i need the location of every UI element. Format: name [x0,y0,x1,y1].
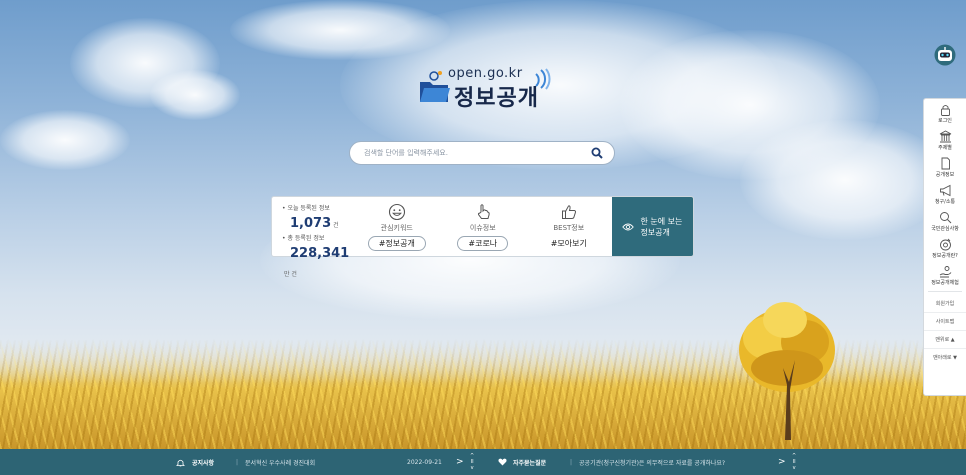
notice-date: 2022-09-21 [407,458,442,466]
info-panel: • 오늘 등록된 정보 1,073 건 • 총 등록된 정보 228,341 만 건… [271,196,694,278]
signup-link[interactable]: 회원가입 [924,295,966,313]
search-input[interactable] [364,149,590,157]
sidebar-item-request[interactable]: 청구/소통 [924,180,966,207]
heart-icon [498,458,507,466]
sidebar-item-label: 주제별 [938,145,952,151]
eye-icon [622,223,635,230]
column-interest-keyword: 관심키워드 #정보공개 [354,197,440,256]
document-icon [941,157,950,170]
total-unit: 만 건 [284,271,297,278]
cloud [0,110,130,170]
notice-title: 공지사항 [192,459,215,467]
sidebar-item-what-is[interactable]: 정보공개란? [924,234,966,261]
pointer-hand-icon [477,204,490,219]
logo-domain: open.go.kr [448,66,523,81]
faq-heading[interactable]: 자주묻는질문 [498,449,546,475]
registration-stats: • 오늘 등록된 정보 1,073 건 • 총 등록된 정보 228,341 만 건 [272,197,354,278]
chatbot-robot-icon[interactable] [934,44,956,66]
faq-text: 공공기관(청구신청기관)은 의무적으로 자료를 공개하나요? [579,459,726,467]
lock-icon [940,104,950,116]
total-count: 228,341 [290,246,350,261]
column-label: 이슈정보 [469,224,496,232]
sidebar-item-topic[interactable]: 주제별 [924,126,966,153]
notice-item[interactable]: | 문서혁신 우수사례 경진대회 [236,449,315,475]
search-button[interactable] [590,146,604,160]
best-tag[interactable]: #모아보기 [539,236,598,251]
sidebar-item-label: 정보공개체험 [931,280,959,286]
bell-icon [176,459,185,466]
column-best-info: BEST정보 #모아보기 [526,197,612,256]
faq-item[interactable]: | 공공기관(청구신청기관)은 의무적으로 자료를 공개하나요? [570,449,725,475]
sitemap-link[interactable]: 사이트맵 [924,313,966,331]
today-label: • 오늘 등록된 정보 [282,205,330,212]
column-issue-info: 이슈정보 #코로나 [440,197,526,256]
faq-controls: ^ II v [792,449,796,475]
overview-button[interactable]: 한 눈에 보는 정보공개 [611,197,693,256]
today-count: 1,073 [290,216,332,231]
column-label: BEST정보 [553,224,585,232]
faq-down-button[interactable]: v [793,465,796,471]
sidebar-item-label: 공개정보 [935,172,955,178]
sidebar-item-label: 정보공개란? [932,253,958,259]
signal-wave-icon [535,68,551,90]
megaphone-icon [939,184,950,197]
cta-line2: 정보공개 [640,227,670,237]
separator: | [570,458,573,466]
search-icon [939,212,951,224]
notice-heading[interactable]: 공지사항 [176,449,214,475]
logo-title: 정보공개 [454,86,539,111]
notice-text: 문서혁신 우수사례 경진대회 [245,459,316,467]
bottom-bar: 공지사항 | 문서혁신 우수사례 경진대회 2022-09-21 > ^ II … [0,449,966,475]
quick-menu-sidebar: 로그인 주제별 공개정보 청구/소통 국민관심사항 정보공개란? 정보공개체험 … [923,98,966,396]
search-icon [591,147,603,159]
cta-line1: 한 눈에 보는 [640,216,683,226]
separator: | [236,458,239,466]
faq-next-button[interactable]: > [778,449,786,475]
notice-next-button[interactable]: > [456,449,464,475]
issue-tag[interactable]: #코로나 [457,236,509,251]
smile-icon [388,203,405,221]
sidebar-item-label: 청구/소통 [934,199,956,205]
autumn-tree [739,302,835,440]
thumbs-up-icon [561,205,576,219]
scroll-bottom-link[interactable]: 맨아래로 ▼ [924,349,966,367]
today-unit: 건 [333,222,339,229]
faq-title: 자주묻는질문 [513,459,547,467]
building-icon [939,130,951,143]
scroll-top-link[interactable]: 맨위로 ▲ [924,331,966,349]
sidebar-item-experience[interactable]: 정보공개체험 [924,261,966,288]
column-label: 관심키워드 [380,224,413,232]
sidebar-item-label: 로그인 [938,118,952,124]
hands-icon [939,266,951,278]
search-bar [349,141,615,165]
notice-down-button[interactable]: v [471,465,474,471]
cloud [150,70,240,120]
sidebar-divider [928,291,962,292]
folder-logo-icon [420,71,450,102]
keyword-tag[interactable]: #정보공개 [367,236,426,251]
total-label: • 총 등록된 정보 [282,235,325,242]
question-icon [939,238,951,251]
sidebar-item-public-interest[interactable]: 국민관심사항 [924,207,966,234]
sidebar-item-public-info[interactable]: 공개정보 [924,153,966,180]
notice-controls: ^ II v [470,449,474,475]
cloud [740,120,950,240]
logo[interactable]: open.go.kr 정보공개 [418,66,558,112]
sidebar-item-login[interactable]: 로그인 [924,99,966,126]
sidebar-item-label: 국민관심사항 [931,226,959,232]
